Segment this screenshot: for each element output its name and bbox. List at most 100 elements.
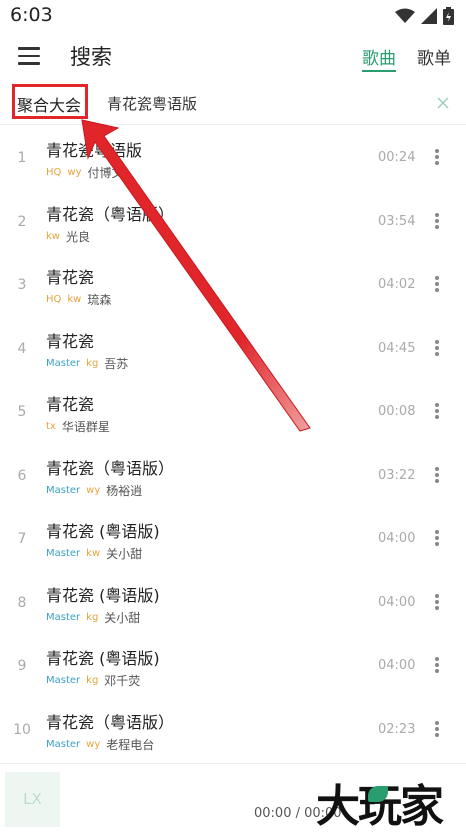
close-icon[interactable] <box>436 96 450 110</box>
song-title: 青花瓷（粤语版） <box>46 712 175 732</box>
song-number: 2 <box>17 213 27 230</box>
menu-icon[interactable] <box>18 47 40 65</box>
song-title: 青花瓷 <box>46 395 95 414</box>
song-number: 7 <box>17 531 27 547</box>
song-artist: 付博文 <box>87 166 124 180</box>
more-vert-icon[interactable] <box>435 657 439 673</box>
tab-songs[interactable]: 歌曲 <box>362 44 396 69</box>
more-vert-icon[interactable] <box>435 212 439 229</box>
song-duration: 04:00 <box>378 531 416 546</box>
song-artist: 邓千荧 <box>104 674 141 688</box>
tab-active-indicator <box>362 70 396 72</box>
more-vert-icon[interactable] <box>435 593 439 610</box>
song-artist: 华语群星 <box>61 420 110 434</box>
song-title: 青花瓷（粤语版） <box>46 458 175 478</box>
quality-source-badge: HQ <box>46 294 62 305</box>
quality-source-badge: kw <box>86 548 101 559</box>
quality-source-badge: wy <box>67 167 82 178</box>
quality-source-badge: Master <box>46 484 81 496</box>
more-vert-icon[interactable] <box>435 466 439 483</box>
signal-icon <box>421 8 437 24</box>
status-icons <box>395 7 454 25</box>
song-meta: Master wy 杨裕逍 <box>46 482 142 499</box>
song-artist: 光良 <box>65 229 90 244</box>
song-title: 青花瓷 (粤语版) <box>46 522 160 541</box>
song-artist: 关小甜 <box>106 547 143 561</box>
quality-source-badge: Master <box>46 675 81 686</box>
song-duration: 04:00 <box>378 594 416 610</box>
quality-source-badge: kg <box>86 675 99 686</box>
song-row[interactable]: 3 青花瓷 HQ kw 琉森 04:02 <box>0 252 466 316</box>
song-duration: 04:00 <box>378 658 416 673</box>
song-number: 9 <box>17 658 27 674</box>
search-input[interactable]: 青花瓷粤语版 <box>107 93 197 114</box>
annotation-highlight-box <box>12 84 88 119</box>
song-title: 青花瓷 <box>46 268 95 287</box>
song-title: 青花瓷 (粤语版) <box>46 585 160 605</box>
song-row[interactable]: 1 青花瓷粤语版 HQ wy 付博文 00:24 <box>0 125 466 189</box>
song-artist: 吾苏 <box>104 356 129 371</box>
more-vert-icon[interactable] <box>435 339 439 356</box>
quality-source-badge: kw <box>46 230 60 242</box>
song-number: 8 <box>17 594 27 611</box>
song-duration: 00:24 <box>378 150 416 165</box>
song-duration: 00:08 <box>378 404 416 419</box>
song-number: 3 <box>17 277 27 293</box>
song-duration: 03:22 <box>378 467 416 483</box>
song-number: 10 <box>13 721 31 738</box>
song-row[interactable]: 7 青花瓷 (粤语版) Master kw 关小甜 04:00 <box>0 506 466 570</box>
battery-icon <box>443 7 454 25</box>
song-row[interactable]: 10 青花瓷（粤语版） Master wy 老程电台 02:23 <box>0 697 466 761</box>
song-row[interactable]: 4 青花瓷 Master kg 吾苏 04:45 <box>0 316 466 380</box>
quality-source-badge: Master <box>46 738 81 750</box>
song-number: 6 <box>17 467 27 484</box>
status-time: 6:03 <box>10 4 53 26</box>
quality-source-badge: tx <box>46 421 56 432</box>
more-vert-icon[interactable] <box>435 276 439 292</box>
song-title: 青花瓷 <box>46 331 95 351</box>
song-meta: tx 华语群星 <box>46 418 110 435</box>
song-artist: 杨裕逍 <box>106 483 143 498</box>
wifi-icon <box>395 8 415 23</box>
song-row[interactable]: 8 青花瓷 (粤语版) Master kg 关小甜 04:00 <box>0 570 466 634</box>
song-duration: 03:54 <box>378 213 416 229</box>
top-bar: 搜索 歌曲 歌单 <box>0 32 466 82</box>
song-duration: 02:23 <box>378 721 416 737</box>
song-number: 4 <box>17 340 27 357</box>
song-meta: Master wy 老程电台 <box>46 736 154 753</box>
song-meta: HQ wy 付博文 <box>46 164 124 181</box>
more-vert-icon[interactable] <box>435 530 439 546</box>
tab-playlists[interactable]: 歌单 <box>417 44 451 69</box>
quality-source-badge: wy <box>86 738 101 750</box>
quality-source-badge: Master <box>46 548 81 559</box>
more-vert-icon[interactable] <box>435 403 439 419</box>
song-artist: 琉森 <box>87 293 112 307</box>
song-meta: kw 光良 <box>46 228 90 245</box>
song-title: 青花瓷（粤语版） <box>46 204 175 224</box>
song-row[interactable]: 9 青花瓷 (粤语版) Master kg 邓千荧 04:00 <box>0 633 466 697</box>
quality-source-badge: kw <box>67 294 82 305</box>
song-duration: 04:45 <box>378 340 416 356</box>
song-meta: Master kg 关小甜 <box>46 609 140 626</box>
song-meta: HQ kw 琉森 <box>46 291 111 308</box>
quality-source-badge: kg <box>86 357 99 369</box>
status-bar: 6:03 <box>0 0 466 32</box>
quality-source-badge: Master <box>46 611 81 623</box>
more-vert-icon[interactable] <box>435 720 439 737</box>
album-cover[interactable]: LX <box>5 772 60 827</box>
quality-source-badge: HQ <box>46 167 62 178</box>
song-row[interactable]: 5 青花瓷 tx 华语群星 00:08 <box>0 379 466 443</box>
song-row[interactable]: 6 青花瓷（粤语版） Master wy 杨裕逍 03:22 <box>0 443 466 507</box>
song-meta: Master kw 关小甜 <box>46 545 142 562</box>
more-vert-icon[interactable] <box>435 149 439 165</box>
song-title: 青花瓷 (粤语版) <box>46 649 160 668</box>
song-title: 青花瓷粤语版 <box>46 141 143 160</box>
page-title: 搜索 <box>70 45 112 69</box>
song-number: 5 <box>17 404 27 420</box>
quality-source-badge: kg <box>86 611 99 623</box>
song-artist: 关小甜 <box>104 610 141 625</box>
song-number: 1 <box>17 150 27 166</box>
song-row[interactable]: 2 青花瓷（粤语版） kw 光良 03:54 <box>0 189 466 253</box>
song-meta: Master kg 吾苏 <box>46 355 128 372</box>
song-duration: 04:02 <box>378 277 416 292</box>
